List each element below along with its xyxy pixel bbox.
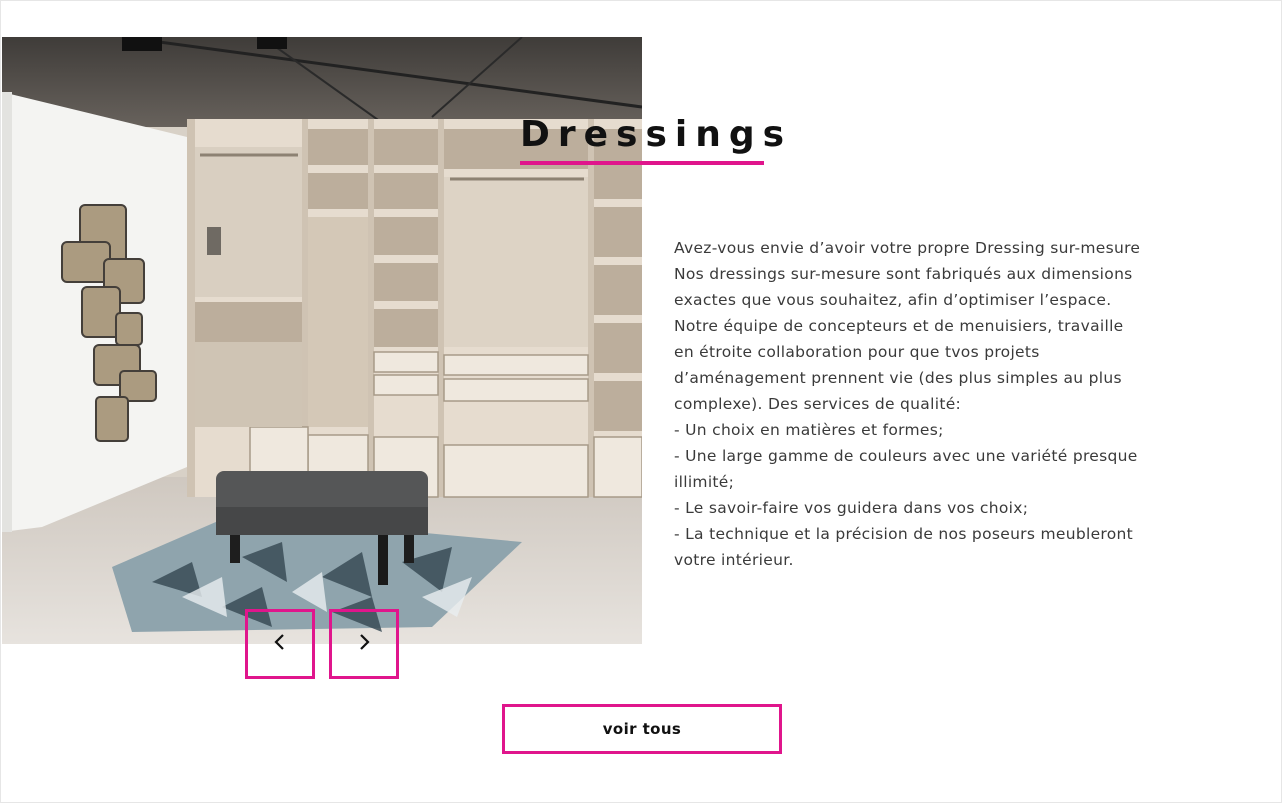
description-line: - Un choix en matières et formes; (674, 421, 944, 439)
description-line: exactes que vous souhaitez, afin d’optim… (674, 291, 1112, 309)
slider-next-button[interactable] (329, 609, 399, 679)
description-line: en étroite collaboration pour que tvos p… (674, 343, 1040, 361)
section-title: Dressings (520, 114, 793, 155)
chevron-left-icon (273, 632, 287, 656)
description-line: complexe). Des services de qualité: (674, 395, 962, 413)
description-line: Notre équipe de concepteurs et de menuis… (674, 317, 1124, 335)
description-line: Nos dressings sur-mesure sont fabriqués … (674, 265, 1133, 283)
description-line: d’aménagement prennent vie (des plus sim… (674, 369, 1122, 387)
title-underline (520, 161, 764, 165)
description-line: - La technique et la précision de nos po… (674, 525, 1134, 543)
description-line: votre intérieur. (674, 551, 794, 569)
section-description: Avez-vous envie d’avoir votre propre Dre… (674, 235, 1194, 573)
description-line: Avez-vous envie d’avoir votre propre Dre… (674, 239, 1141, 257)
description-line: - Le savoir-faire vos guidera dans vos c… (674, 499, 1029, 517)
chevron-right-icon (357, 632, 371, 656)
description-line: - Une large gamme de couleurs avec une v… (674, 447, 1138, 465)
voir-tous-label: voir tous (602, 720, 682, 738)
description-line: illimité; (674, 473, 735, 491)
slider-prev-button[interactable] (245, 609, 315, 679)
voir-tous-button[interactable]: voir tous (502, 704, 782, 754)
